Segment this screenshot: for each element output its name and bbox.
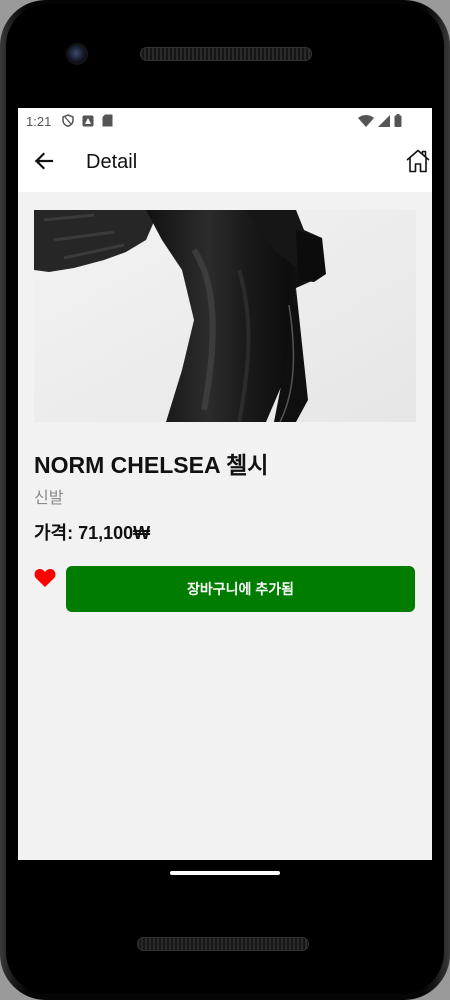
app-bar: Detail	[18, 134, 432, 192]
heart-icon	[34, 569, 56, 592]
shield-icon	[62, 114, 74, 130]
product-price: 가격: 71,100₩	[34, 523, 151, 543]
front-camera	[68, 45, 86, 63]
product-image	[34, 210, 416, 422]
product-name: NORM CHELSEA 첼시	[34, 452, 269, 478]
phone-frame: 1:21 Detail NORM CHELSEA 첼시 신발 가격: 71,10…	[0, 0, 450, 1000]
favorite-button[interactable]	[34, 568, 56, 590]
arrow-left-icon	[34, 152, 54, 174]
status-system-icons	[358, 114, 402, 130]
status-time: 1:21	[26, 114, 52, 129]
back-button[interactable]	[30, 149, 58, 177]
battery-icon	[394, 114, 402, 130]
top-speaker	[140, 47, 312, 61]
home-gesture-bar[interactable]	[170, 871, 280, 875]
product-category: 신발	[34, 490, 64, 507]
status-notification-icons	[62, 114, 113, 130]
app-screen: 1:21 Detail NORM CHELSEA 첼시 신발 가격: 71,10…	[18, 108, 432, 860]
wifi-icon	[358, 114, 374, 130]
signal-icon	[378, 114, 390, 130]
status-bar: 1:21	[18, 108, 432, 134]
sd-card-icon	[102, 114, 113, 130]
bottom-speaker	[137, 937, 309, 951]
app-notification-icon	[82, 115, 94, 130]
home-icon	[405, 148, 431, 178]
add-to-cart-button[interactable]: 장바구니에 추가됨	[66, 566, 415, 612]
page-title: Detail	[86, 151, 138, 173]
home-button[interactable]	[404, 149, 432, 177]
